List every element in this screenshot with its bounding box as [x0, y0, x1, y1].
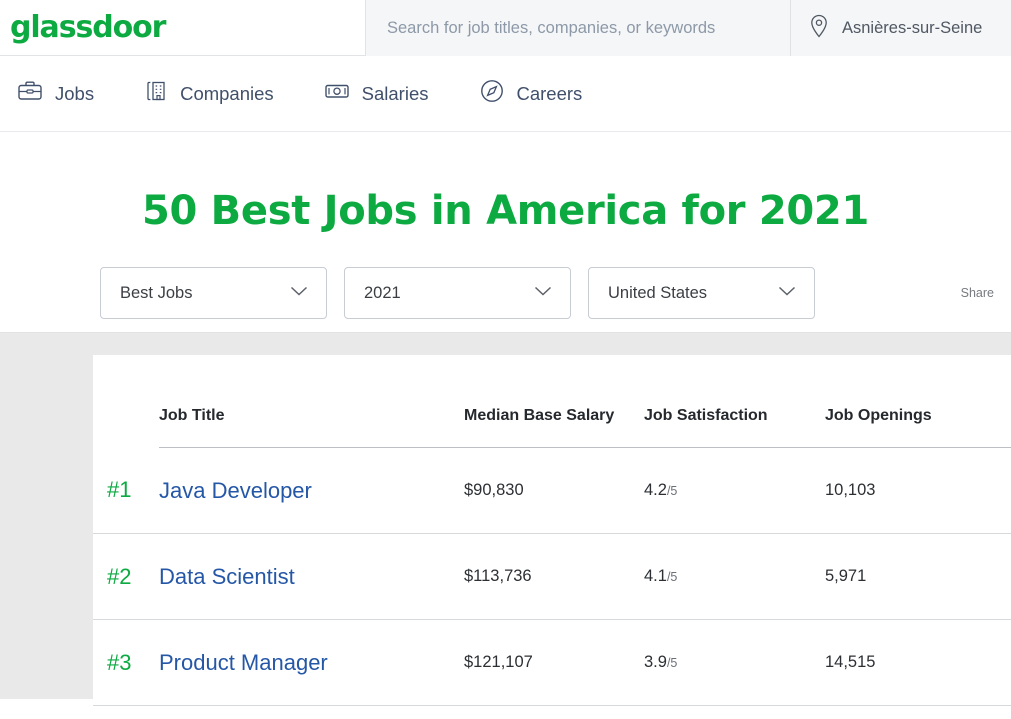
nav-item-companies[interactable]: Companies: [144, 79, 274, 108]
table-row: #2 Data Scientist $113,736 4.1/5 5,971: [93, 533, 1011, 620]
list-type-dropdown[interactable]: Best Jobs: [100, 267, 327, 319]
title-and-filter-section: 50 Best Jobs in America for 2021 Best Jo…: [0, 132, 1011, 333]
column-header-rank: [93, 355, 159, 448]
table-body: #1 Java Developer $90,830 4.2/5 10,103 #…: [93, 447, 1011, 706]
filter-bar: Best Jobs 2021 United States Share: [0, 234, 1011, 319]
nav-item-careers[interactable]: Careers: [479, 78, 583, 109]
job-satisfaction-scale: /5: [666, 656, 678, 670]
location-pin-icon: [809, 14, 829, 43]
country-value: United States: [608, 283, 708, 302]
best-jobs-table: Job Title Median Base Salary Job Satisfa…: [93, 355, 1011, 706]
briefcase-icon: [17, 79, 43, 108]
country-dropdown[interactable]: United States: [588, 267, 815, 319]
location-field[interactable]: Asnières-sur-Seine: [791, 0, 1011, 56]
job-title-link[interactable]: Data Scientist: [159, 564, 295, 589]
job-satisfaction-scale: /5: [666, 484, 678, 498]
job-satisfaction-scale: /5: [666, 570, 678, 584]
job-satisfaction-score: 4.1: [644, 567, 667, 585]
job-title-link[interactable]: Java Developer: [159, 478, 312, 503]
job-openings-value: 14,515: [825, 653, 876, 671]
site-header: glassdoor Asnières-sur-Seine: [0, 0, 1011, 56]
median-base-salary-value: $121,107: [464, 653, 533, 671]
column-header-median-base-salary: Median Base Salary: [464, 355, 644, 448]
content-area: Job Title Median Base Salary Job Satisfa…: [0, 333, 1011, 719]
rank-badge: #1: [107, 477, 132, 503]
chevron-down-icon: [777, 284, 797, 302]
job-openings-value: 10,103: [825, 481, 876, 499]
nav-label-careers: Careers: [516, 82, 583, 104]
money-bill-icon: [324, 79, 350, 108]
nav-label-companies: Companies: [180, 82, 274, 104]
column-header-job-openings: Job Openings: [825, 355, 1011, 448]
column-header-job-title: Job Title: [159, 355, 464, 448]
building-icon: [144, 79, 168, 108]
list-type-value: Best Jobs: [120, 283, 193, 302]
median-base-salary-value: $90,830: [464, 481, 524, 499]
table-header-row: Job Title Median Base Salary Job Satisfa…: [93, 355, 1011, 448]
jobs-list-card: Job Title Median Base Salary Job Satisfa…: [93, 355, 1011, 719]
location-value: Asnières-sur-Seine: [842, 18, 983, 37]
nav-item-jobs[interactable]: Jobs: [17, 79, 94, 108]
median-base-salary-value: $113,736: [464, 567, 532, 585]
search-input[interactable]: [366, 0, 790, 56]
nav-item-salaries[interactable]: Salaries: [324, 79, 429, 108]
glassdoor-logo[interactable]: glassdoor: [0, 12, 166, 43]
job-openings-value: 5,971: [825, 567, 867, 585]
rank-badge: #2: [107, 563, 132, 589]
job-title-link[interactable]: Product Manager: [159, 650, 328, 675]
page-title: 50 Best Jobs in America for 2021: [141, 188, 869, 234]
main-navigation: Jobs Companies Salaries Careers: [0, 56, 1011, 132]
compass-icon: [479, 78, 505, 109]
year-dropdown[interactable]: 2021: [344, 267, 571, 319]
year-value: 2021: [364, 283, 401, 302]
rank-badge: #3: [107, 649, 132, 675]
search-bar: Asnières-sur-Seine: [365, 0, 1011, 56]
table-row: #1 Java Developer $90,830 4.2/5 10,103: [93, 447, 1011, 534]
column-header-job-satisfaction: Job Satisfaction: [644, 355, 825, 448]
chevron-down-icon: [533, 284, 553, 302]
share-button[interactable]: Share: [961, 286, 994, 300]
chevron-down-icon: [289, 284, 309, 302]
job-satisfaction-score: 3.9: [644, 653, 667, 671]
nav-label-jobs: Jobs: [55, 82, 95, 104]
table-row: #3 Product Manager $121,107 3.9/5 14,515: [93, 619, 1011, 706]
nav-label-salaries: Salaries: [361, 82, 429, 104]
job-satisfaction-score: 4.2: [644, 481, 667, 499]
